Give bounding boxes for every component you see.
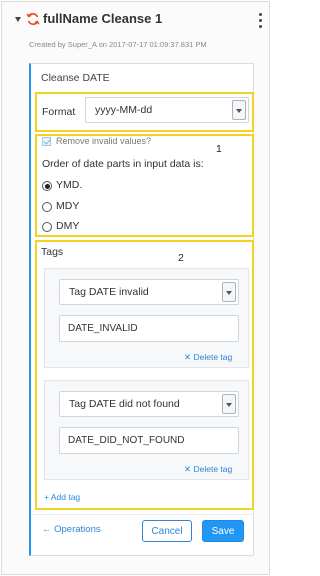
tag-value-text: DATE_INVALID	[68, 323, 138, 334]
tag-value-input[interactable]: DATE_DID_NOT_FOUND	[59, 427, 239, 454]
chevron-down-icon[interactable]	[222, 282, 236, 302]
tag-value-text: DATE_DID_NOT_FOUND	[68, 435, 185, 446]
section-title: Cleanse DATE	[41, 72, 110, 84]
format-value: yyyy-MM-dd	[95, 104, 153, 116]
delete-tag-link[interactable]: ✕ Delete tag	[184, 352, 232, 363]
operations-link[interactable]: ← Operations	[42, 524, 101, 535]
tag-card: Tag DATE invalid DATE_INVALID ✕ Delete t…	[44, 268, 249, 368]
refresh-icon	[26, 13, 40, 25]
tag-card: Tag DATE did not found DATE_DID_NOT_FOUN…	[44, 380, 249, 480]
card-header: fullName Cleanse 1 Created by Super_A on…	[8, 9, 268, 49]
format-select[interactable]: yyyy-MM-dd	[85, 97, 249, 123]
card-title: fullName Cleanse 1	[43, 11, 163, 26]
chevron-down-icon[interactable]	[222, 394, 236, 414]
radio-mdy-label[interactable]: MDY	[56, 200, 79, 212]
remove-invalid-label: Remove invalid values?	[56, 136, 152, 146]
tag-type-value: Tag DATE did not found	[69, 398, 180, 410]
chevron-down-icon[interactable]	[232, 100, 246, 120]
tag-type-value: Tag DATE invalid	[69, 286, 149, 298]
cleanse-panel: Cleanse DATE 3 1 2 Format yyyy-MM-dd Rem…	[29, 63, 254, 556]
cancel-button[interactable]: Cancel	[142, 520, 192, 542]
tag-type-select[interactable]: Tag DATE invalid	[59, 279, 239, 305]
tags-label: Tags	[41, 246, 64, 258]
save-button[interactable]: Save	[202, 520, 244, 542]
order-label: Order of date parts in input data is:	[42, 158, 204, 170]
radio-dmy-label[interactable]: DMY	[56, 220, 79, 232]
radio-mdy[interactable]	[42, 202, 52, 212]
created-info: Created by Super_A on 2017-07-17 01:09:3…	[29, 40, 207, 49]
footer-divider	[32, 514, 253, 515]
radio-ymd[interactable]	[42, 181, 52, 191]
annotation-order: 1	[216, 143, 222, 155]
tag-value-input[interactable]: DATE_INVALID	[59, 315, 239, 342]
add-tag-link[interactable]: + Add tag	[44, 492, 80, 502]
annotation-tags: 2	[178, 252, 184, 264]
delete-tag-link[interactable]: ✕ Delete tag	[184, 464, 232, 475]
kebab-menu-icon[interactable]	[255, 12, 265, 30]
format-label: Format	[42, 106, 76, 118]
remove-invalid-checkbox[interactable]	[42, 137, 51, 146]
radio-dmy[interactable]	[42, 222, 52, 232]
radio-ymd-label[interactable]: YMD.	[56, 179, 82, 191]
caret-down-icon[interactable]	[15, 17, 21, 22]
tag-type-select[interactable]: Tag DATE did not found	[59, 391, 239, 417]
